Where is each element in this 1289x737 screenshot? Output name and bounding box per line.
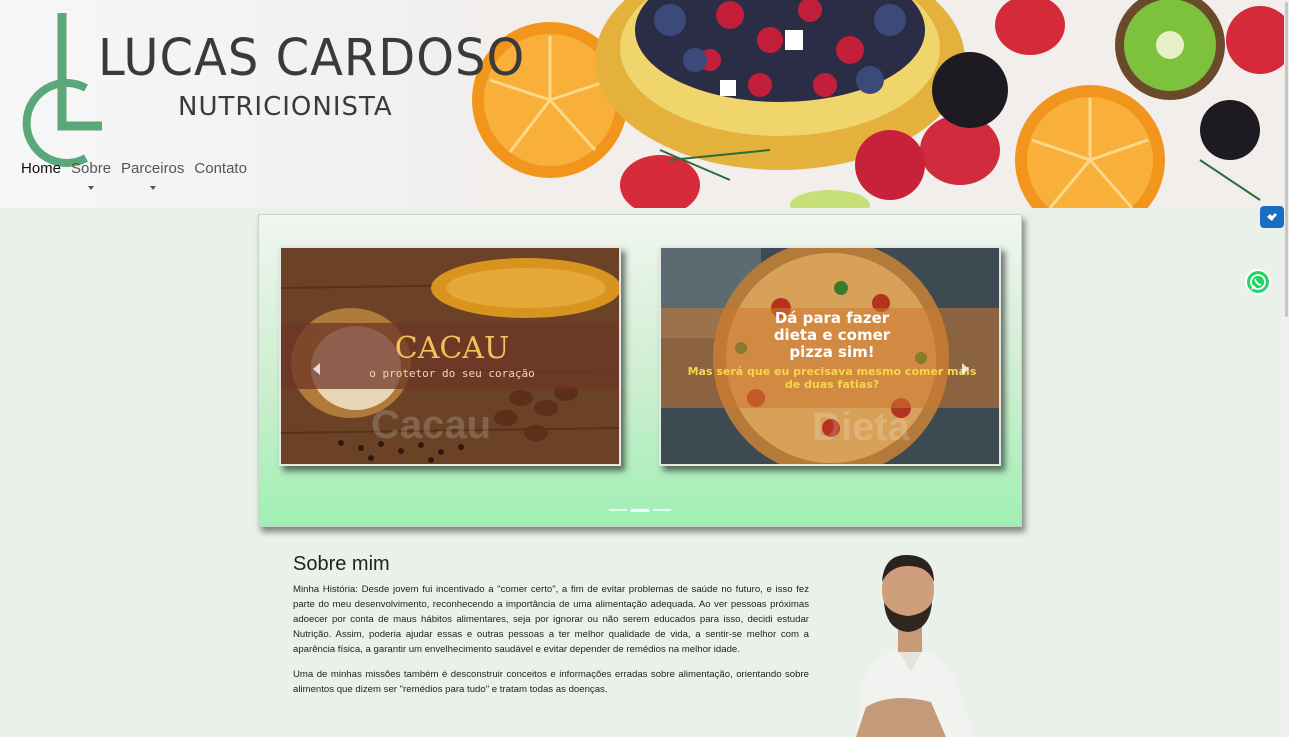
- cacau-slide-image: CACAU o protetor do seu coração Cacau: [281, 248, 619, 464]
- featured-carousel: CACAU o protetor do seu coração Cacau Dá…: [258, 214, 1022, 527]
- about-title: Sobre mim: [293, 553, 390, 575]
- site-header: LUCAS CARDOSO NUTRICIONISTA Home Sobre P…: [0, 0, 1284, 208]
- nav-sobre-label: Sobre: [71, 160, 112, 177]
- brand-name: LUCAS CARDOSO: [98, 28, 526, 88]
- caret-down-icon: [149, 186, 156, 190]
- caret-down-icon: [88, 186, 95, 190]
- about-text: Minha História: Desde jovem fui incentiv…: [293, 582, 809, 707]
- accessibility-hand-icon: [1267, 213, 1277, 221]
- nav-parceiros[interactable]: Parceiros: [121, 160, 184, 196]
- slide-subheading: Mas será que eu precisava mesmo comer ma…: [687, 365, 977, 391]
- slide-watermark: Dieta: [812, 405, 911, 449]
- carousel-indicator-active[interactable]: [631, 509, 649, 512]
- carousel-prev-icon[interactable]: [313, 363, 320, 375]
- scrollbar-thumb[interactable]: [1285, 2, 1288, 317]
- main-nav: Home Sobre Parceiros Contato: [21, 160, 257, 196]
- carousel-next-icon[interactable]: [962, 363, 969, 375]
- accessibility-button[interactable]: [1260, 206, 1284, 228]
- nav-home-label: Home: [21, 160, 62, 177]
- carousel-slide-cacau[interactable]: CACAU o protetor do seu coração Cacau: [279, 246, 621, 466]
- nav-contato[interactable]: Contato: [194, 160, 247, 196]
- carousel-slide-pizza[interactable]: Dá para fazer dieta e comer pizza sim! M…: [659, 246, 1001, 466]
- nav-parceiros-label: Parceiros: [121, 160, 185, 177]
- page-scrollbar[interactable]: [1284, 0, 1289, 737]
- carousel-indicators: [609, 509, 671, 512]
- pizza-slide-image: Dá para fazer dieta e comer pizza sim! M…: [661, 248, 999, 464]
- fruit-banner-image: [470, 0, 1284, 208]
- carousel-indicator[interactable]: [653, 509, 671, 511]
- about-paragraph: Minha História: Desde jovem fui incentiv…: [293, 584, 809, 655]
- nutritionist-portrait: [856, 554, 974, 737]
- nav-contato-label: Contato: [194, 160, 247, 177]
- nav-sobre[interactable]: Sobre: [71, 160, 111, 196]
- slide-heading: Dá para fazer dieta e comer pizza sim!: [773, 310, 891, 361]
- slide-watermark: Cacau: [371, 403, 491, 447]
- slide-heading: CACAU: [395, 331, 510, 366]
- slide-subheading: o protetor do seu coração: [369, 367, 535, 380]
- whatsapp-icon[interactable]: [1244, 268, 1272, 296]
- nav-home[interactable]: Home: [21, 160, 61, 196]
- carousel-indicator[interactable]: [609, 509, 627, 511]
- brand-subtitle: NUTRICIONISTA: [178, 92, 393, 122]
- about-paragraph: Uma de minhas missões também é desconstr…: [293, 669, 809, 695]
